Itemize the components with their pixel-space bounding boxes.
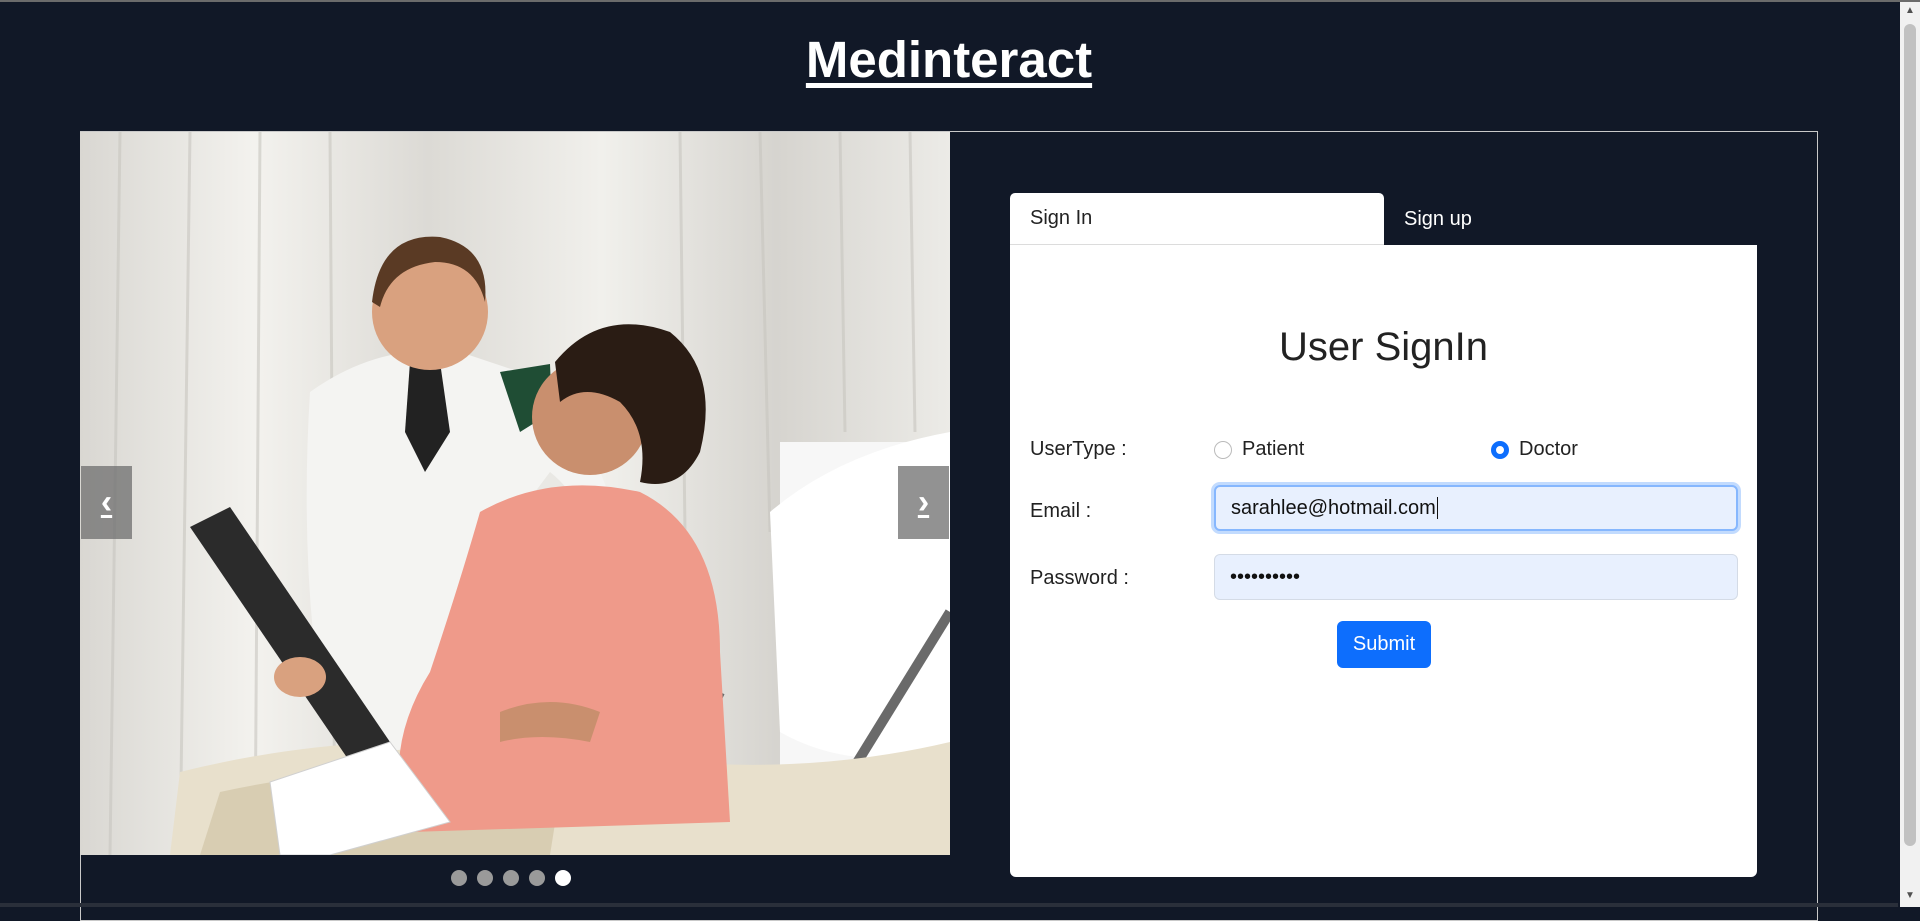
- page-bottom-edge: [0, 903, 1898, 907]
- radio-patient-circle[interactable]: [1214, 440, 1232, 459]
- auth-tabs: Sign In Sign up: [1010, 193, 1757, 245]
- password-input-value: ••••••••••: [1230, 565, 1301, 588]
- carousel-indicators: [451, 870, 571, 886]
- carousel-indicator-active[interactable]: [555, 870, 571, 886]
- radio-patient-label: Patient: [1242, 438, 1305, 460]
- radio-doctor-label: Doctor: [1519, 438, 1578, 460]
- carousel-indicator[interactable]: [451, 870, 467, 886]
- tab-sign-up[interactable]: Sign up: [1384, 193, 1757, 245]
- scroll-down-icon[interactable]: ▼: [1900, 887, 1920, 905]
- email-input-value: sarahlee@hotmail.com: [1231, 496, 1436, 519]
- carousel-indicator[interactable]: [477, 870, 493, 886]
- radio-doctor[interactable]: Doctor: [1491, 438, 1578, 461]
- page-scrollbar[interactable]: ▲ ▼: [1900, 2, 1920, 907]
- carousel-slide-image: [80, 132, 950, 855]
- email-label: Email :: [1030, 500, 1092, 522]
- app-title: Medinteract: [805, 31, 1093, 88]
- carousel-indicator[interactable]: [503, 870, 519, 886]
- signin-card: User SignIn UserType : Patient Doctor Em…: [1010, 245, 1757, 877]
- password-input[interactable]: ••••••••••: [1214, 554, 1738, 600]
- scrollbar-thumb[interactable]: [1904, 24, 1916, 846]
- window-top-border: [0, 0, 1920, 2]
- email-input[interactable]: sarahlee@hotmail.com: [1214, 485, 1738, 531]
- text-caret: [1436, 497, 1438, 519]
- radio-patient[interactable]: Patient: [1214, 438, 1304, 461]
- scroll-up-icon[interactable]: ▲: [1900, 2, 1920, 20]
- usertype-label: UserType :: [1030, 438, 1127, 460]
- carousel-next-button[interactable]: ›: [898, 466, 949, 539]
- password-label: Password :: [1030, 567, 1129, 589]
- carousel-indicator[interactable]: [529, 870, 545, 886]
- carousel-prev-button[interactable]: ‹: [81, 466, 132, 539]
- submit-button[interactable]: Submit: [1337, 621, 1431, 668]
- form-title: User SignIn: [1279, 325, 1488, 369]
- carousel: [80, 132, 950, 855]
- tab-sign-in[interactable]: Sign In: [1010, 193, 1384, 245]
- radio-doctor-circle[interactable]: [1491, 440, 1509, 459]
